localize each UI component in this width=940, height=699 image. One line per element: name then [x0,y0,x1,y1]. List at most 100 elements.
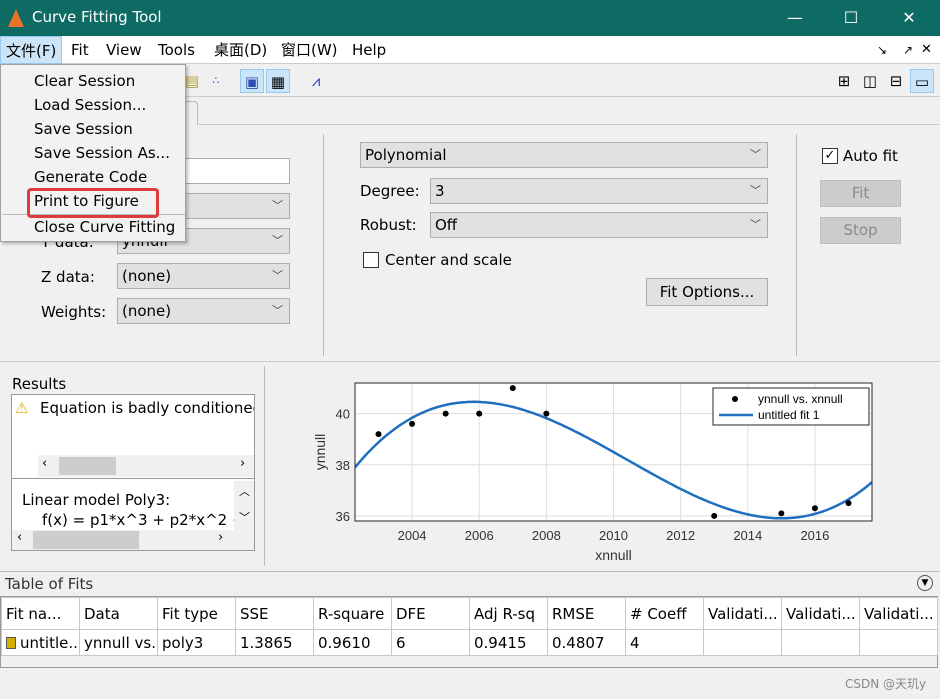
center-scale-checkbox[interactable] [363,252,379,268]
exclude-outliers-icon[interactable]: ∴ [204,69,228,93]
menu-window[interactable]: 窗口(W) [276,36,343,64]
menu-item-load-session[interactable]: Load Session... [34,94,146,116]
scroll-right-icon[interactable]: › [218,530,223,545]
warning-message: Equation is badly conditioned [40,399,254,417]
table-cell: ynnull vs... [79,629,158,656]
z-data-select[interactable]: (none) ﹀ [117,263,290,289]
layout-single-icon[interactable]: ▭ [910,69,934,93]
column-header[interactable]: Fit type [157,597,236,630]
chevron-down-icon: ﹀ [750,184,761,197]
vertical-scrollbar[interactable]: ︿ ﹀ [234,481,254,531]
y-axis-label: ynnull [312,434,328,471]
maximize-button[interactable]: ☐ [828,4,874,32]
data-point [778,510,785,517]
menu-desktop[interactable]: 桌面(D) [209,36,272,64]
watermark: CSDN @天玑y [845,677,927,691]
legend-toggle-icon[interactable]: ▣ [240,69,264,93]
layout-columns-icon[interactable]: ◫ [858,69,882,93]
horizontal-scrollbar[interactable]: ‹ › [12,530,254,550]
cell-text: ynnull vs... [84,633,158,652]
cell-text: 4 [630,633,640,652]
menu-bar: 文件(F) Fit View Tools 桌面(D) 窗口(W) Help ↘ … [0,36,940,64]
scroll-up-icon[interactable]: ︿ [239,483,250,499]
results-box: ⚠ Equation is badly conditioned ‹ › Line… [11,394,255,551]
column-header[interactable]: # Coeff [625,597,704,630]
x-tick-label: 2010 [599,528,628,543]
scrollbar-thumb[interactable] [33,531,139,549]
degree-select[interactable]: 3 ﹀ [430,178,768,204]
cell-text: 6 [396,633,406,652]
warning-icon: ⚠ [15,399,29,417]
chevron-down-icon: ﹀ [750,148,761,161]
column-header[interactable]: Data [79,597,158,630]
stop-button[interactable]: Stop [820,217,901,244]
legend-label-data: ynnull vs. xnnull [758,392,843,406]
menu-item-clear-session[interactable]: Clear Session [34,70,135,92]
scrollbar-thumb[interactable] [59,457,116,475]
column-header[interactable]: SSE [235,597,314,630]
column-header[interactable]: RMSE [547,597,626,630]
table-cell: 4 [625,629,704,656]
data-point [442,410,449,417]
degree-value: 3 [435,182,445,200]
legend: ynnull vs. xnnull untitled fit 1 [712,387,870,426]
center-scale-label: Center and scale [385,251,512,269]
column-header[interactable]: Validati... [781,597,860,630]
scroll-left-icon[interactable]: ‹ [17,530,22,545]
weights-select[interactable]: (none) ﹀ [117,298,290,324]
layout-rows-icon[interactable]: ⊟ [884,69,908,93]
divider [264,366,265,566]
model-type-select[interactable]: Polynomial ﹀ [360,142,768,168]
x-tick-label: 2004 [398,528,427,543]
menu-item-save-session[interactable]: Save Session [34,118,133,140]
column-header[interactable]: R-square [313,597,392,630]
model-equation: f(x) = p1*x^3 + p2*x^2 + p [42,511,242,529]
fit-options-button[interactable]: Fit Options... [646,278,768,306]
menu-item-close-curve-fitting[interactable]: Close Curve Fitting [34,216,175,238]
fit-plot[interactable]: 2004 2006 2008 2010 2012 2014 2016 36 38 40 xnnull… [268,366,940,566]
menu-view[interactable]: View [101,36,147,64]
scroll-left-icon[interactable]: ‹ [42,456,47,471]
menu-fit[interactable]: Fit [66,36,94,64]
menu-tools[interactable]: Tools [153,36,200,64]
weights-label: Weights: [41,303,107,321]
column-header[interactable]: DFE [391,597,470,630]
results-panel: Results ⚠ Equation is badly conditioned … [0,364,265,569]
data-point [711,512,718,519]
minimize-button[interactable]: — [772,4,818,32]
column-header[interactable]: Fit na... [1,597,80,630]
axes-limits-icon[interactable]: ⩘ [304,69,328,93]
menu-file[interactable]: 文件(F) [0,36,63,64]
cell-text: 0.9415 [474,633,527,652]
scroll-down-icon[interactable]: ﹀ [239,509,250,525]
title-bar: Curve Fitting Tool — ☐ ✕ [0,0,940,36]
close-figure-icon[interactable]: ✕ [916,36,937,64]
chevron-down-icon: ﹀ [272,304,283,317]
collapse-icon[interactable]: ▼ [917,575,933,591]
x-tick-label: 2008 [532,528,561,543]
y-tick-label: 38 [336,458,350,473]
robust-select[interactable]: Off ﹀ [430,212,768,238]
fit-button[interactable]: Fit [820,180,901,207]
column-header[interactable]: Validati... [859,597,938,630]
horizontal-scrollbar[interactable]: ‹ › [38,455,254,477]
scroll-right-icon[interactable]: › [240,456,245,471]
fit-color-icon [6,636,16,649]
model-name: Linear model Poly3: [22,491,171,509]
table-header-row: Fit na... Data Fit type SSE R-square DFE Adj R… [1,597,938,630]
y-tick-label: 40 [336,407,350,422]
x-tick-label: 2014 [733,528,762,543]
table-row[interactable]: untitle... ynnull vs... poly3 1.3865 0.9610 6… [1,629,938,656]
table-cell: 0.4807 [547,629,626,656]
menu-help[interactable]: Help [347,36,391,64]
menu-item-save-session-as[interactable]: Save Session As... [34,142,170,164]
auto-fit-checkbox[interactable]: ✓ [822,148,838,164]
column-header[interactable]: Validati... [703,597,782,630]
close-button[interactable]: ✕ [886,4,932,32]
column-header[interactable]: Adj R-sq [469,597,548,630]
dock-icon[interactable]: ↘ [872,36,892,64]
grid-toggle-icon[interactable]: ▦ [266,69,290,93]
layout-grid-icon[interactable]: ⊞ [832,69,856,93]
cell-text: 0.4807 [552,633,605,652]
menu-item-generate-code[interactable]: Generate Code [34,166,147,188]
